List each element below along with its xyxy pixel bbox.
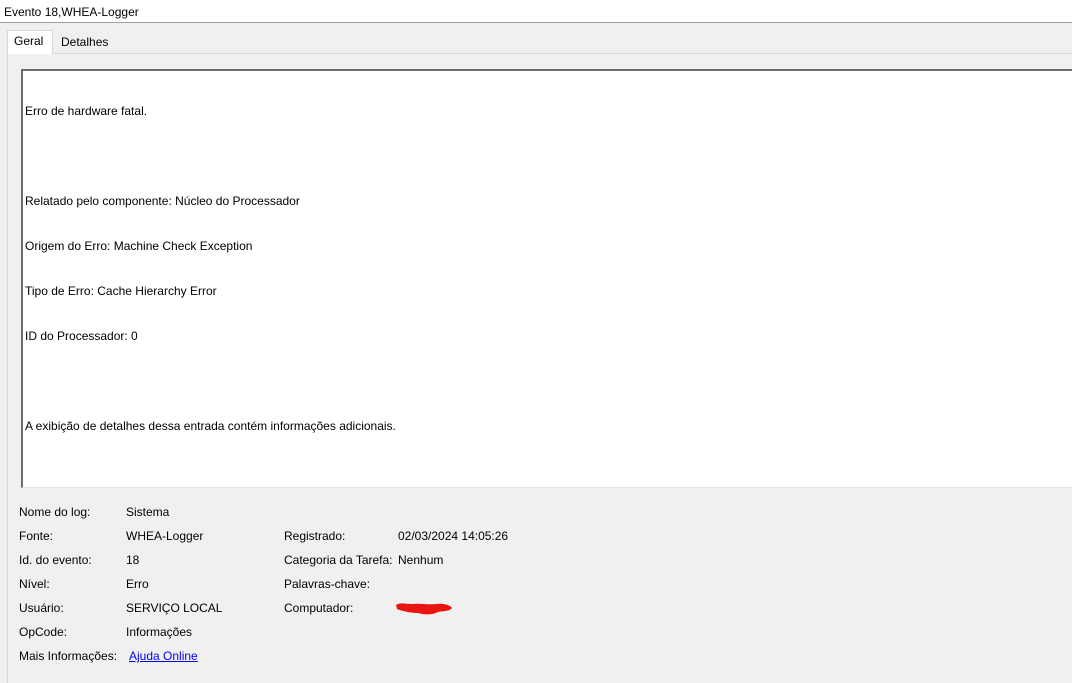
keywords-label: Palavras-chave:	[284, 577, 371, 591]
logged-value: 02/03/2024 14:05:26	[398, 529, 509, 543]
task-category-value: Nenhum	[398, 553, 444, 567]
event-properties-window: Evento 18,WHEA-Logger Geral Detalhes Err…	[0, 0, 1072, 683]
description-line: ID do Processador: 0	[25, 329, 138, 343]
opcode-value: Informações	[126, 625, 193, 639]
event-id-value: 18	[126, 553, 140, 567]
description-line: Tipo de Erro: Cache Hierarchy Error	[25, 284, 217, 298]
description-line	[25, 374, 1070, 389]
computer-label: Computador:	[284, 601, 354, 615]
source-value: WHEA-Logger	[126, 529, 204, 543]
opcode-label: OpCode:	[19, 625, 68, 639]
level-value: Erro	[126, 577, 149, 591]
logged-label: Registrado:	[284, 529, 346, 543]
description-line: Erro de hardware fatal.	[25, 104, 148, 118]
log-name-value: Sistema	[126, 505, 170, 519]
tab-geral[interactable]: Geral	[7, 30, 53, 54]
tab-detalhes[interactable]: Detalhes	[55, 32, 113, 54]
description-line: Relatado pelo componente: Núcleo do Proc…	[25, 194, 300, 208]
title-bar: Evento 18,WHEA-Logger	[0, 0, 1072, 23]
log-name-label: Nome do log:	[19, 505, 91, 519]
level-label: Nível:	[19, 577, 50, 591]
more-info-label: Mais Informações:	[19, 649, 118, 663]
window-title: Evento 18,WHEA-Logger	[4, 5, 139, 19]
event-id-label: Id. do evento:	[19, 553, 92, 567]
description-line: Origem do Erro: Machine Check Exception	[25, 239, 253, 253]
computer-name-redaction	[396, 603, 452, 615]
description-line: A exibição de detalhes dessa entrada con…	[25, 419, 396, 433]
user-value: SERVIÇO LOCAL	[126, 601, 223, 615]
description-line	[25, 149, 1070, 164]
source-label: Fonte:	[19, 529, 54, 543]
user-label: Usuário:	[19, 601, 64, 615]
tab-strip: Geral Detalhes	[0, 23, 1072, 54]
event-description-box[interactable]: Erro de hardware fatal. Relatado pelo co…	[21, 69, 1072, 488]
online-help-link[interactable]: Ajuda Online	[129, 649, 198, 663]
task-category-label: Categoria da Tarefa:	[284, 553, 393, 567]
